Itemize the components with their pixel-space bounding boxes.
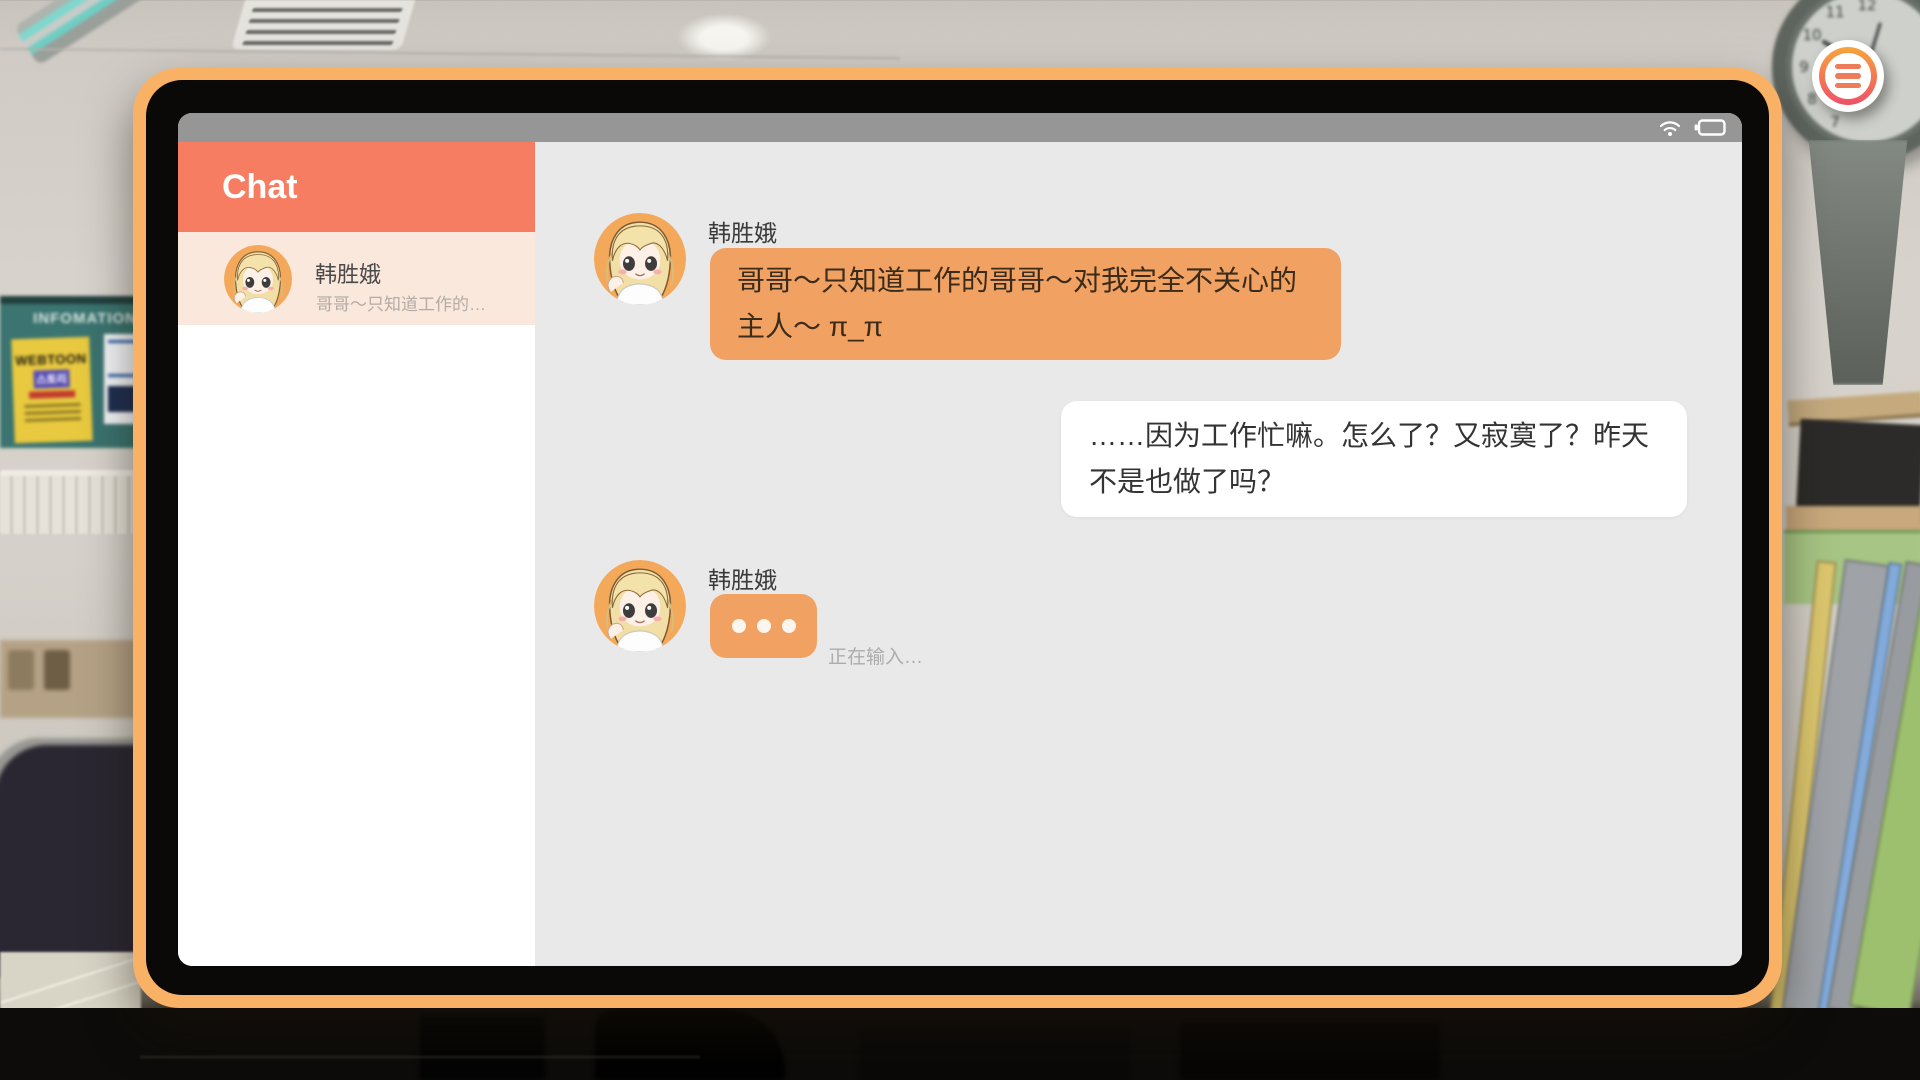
status-bar bbox=[178, 113, 1742, 142]
tablet-screen: Chat 韩胜娥 哥哥～只知道工作的… 韩胜娥 bbox=[178, 113, 1742, 966]
message-bubble-incoming: 哥哥～只知道工作的哥哥～对我完全不关心的主人～ π_π bbox=[710, 248, 1341, 360]
typing-status-label: 正在输入… bbox=[828, 642, 923, 669]
left-desk bbox=[0, 640, 141, 718]
message-sender: 韩胜娥 bbox=[708, 561, 777, 595]
avatar bbox=[594, 560, 686, 652]
message-sender: 韩胜娥 bbox=[708, 214, 777, 248]
typing-indicator-bubble bbox=[710, 594, 817, 658]
radiator bbox=[0, 470, 141, 534]
menu-button[interactable] bbox=[1812, 40, 1884, 112]
menu-button-ring bbox=[1819, 47, 1877, 105]
tablet-frame: Chat 韩胜娥 哥哥～只知道工作的… 韩胜娥 bbox=[133, 68, 1782, 1008]
ceiling-vent bbox=[231, 0, 415, 50]
poster-subtitle: 스토리 bbox=[33, 369, 70, 388]
chat-sidebar: Chat 韩胜娥 哥哥～只知道工作的… bbox=[178, 142, 535, 966]
webtoon-poster: WEBTOON 스토리 bbox=[11, 337, 93, 444]
ceiling-fluorescent-light bbox=[14, 0, 167, 66]
dark-floor bbox=[0, 1008, 1920, 1080]
message-bubble-outgoing: ……因为工作忙嘛。怎么了？又寂寞了？昨天不是也做了吗？ bbox=[1061, 401, 1687, 517]
hamburger-icon bbox=[1825, 53, 1871, 99]
avatar bbox=[224, 245, 292, 313]
poster-title: WEBTOON bbox=[12, 351, 90, 369]
typing-dot bbox=[782, 619, 796, 633]
chat-item-name: 韩胜娥 bbox=[315, 257, 381, 289]
chair-silhouette bbox=[595, 1010, 785, 1080]
clock-stand bbox=[1802, 140, 1914, 385]
battery-icon bbox=[1694, 119, 1726, 136]
sidebar-title: Chat bbox=[222, 168, 298, 207]
chat-area: 韩胜娥 哥哥～只知道工作的哥哥～对我完全不关心的主人～ π_π ……因为工作忙嘛… bbox=[535, 142, 1742, 966]
wifi-icon bbox=[1658, 119, 1682, 137]
right-shelf bbox=[1786, 506, 1920, 532]
typing-dot bbox=[732, 619, 746, 633]
left-chair bbox=[0, 738, 153, 978]
chat-list-item[interactable]: 韩胜娥 哥哥～只知道工作的… bbox=[178, 232, 535, 325]
chat-item-preview: 哥哥～只知道工作的… bbox=[316, 290, 486, 315]
board-title: INFOMATION bbox=[33, 310, 137, 327]
bulletin-board: INFOMATION WEBTOON 스토리 bbox=[0, 296, 140, 448]
avatar bbox=[594, 213, 686, 305]
typing-dot bbox=[757, 619, 771, 633]
tablet-bezel: Chat 韩胜娥 哥哥～只知道工作的… 韩胜娥 bbox=[146, 80, 1769, 995]
sidebar-header: Chat bbox=[178, 142, 535, 232]
